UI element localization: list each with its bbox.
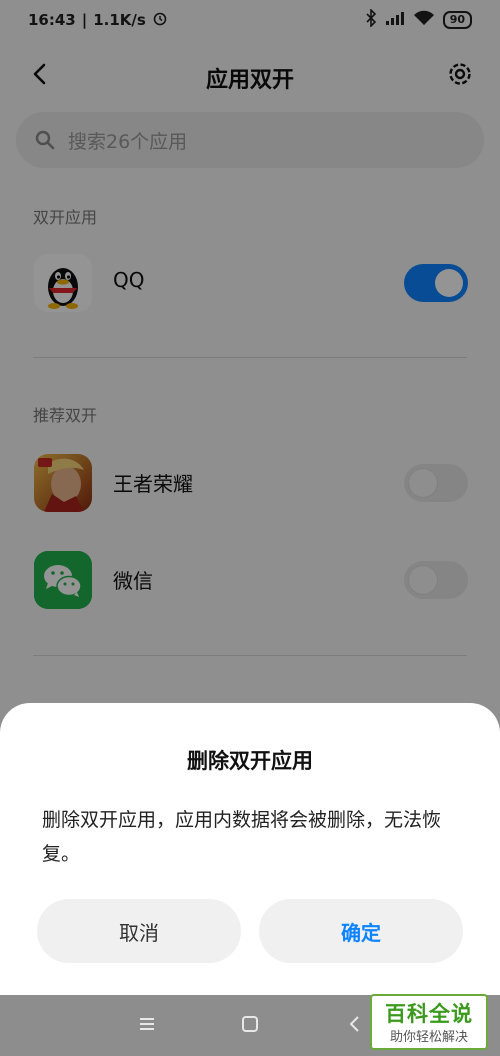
menu-nav-button[interactable] xyxy=(134,1013,160,1039)
delete-dual-app-dialog: 删除双开应用 删除双开应用，应用内数据将会被删除，无法恢复。 取消 确定 xyxy=(0,703,500,995)
confirm-button[interactable]: 确定 xyxy=(259,899,463,963)
dialog-title: 删除双开应用 xyxy=(187,749,313,773)
home-nav-button[interactable] xyxy=(237,1013,263,1039)
watermark-logo: 百科全说 助你轻松解决 xyxy=(370,994,488,1050)
dialog-message: 删除双开应用，应用内数据将会被删除，无法恢复。 xyxy=(42,809,442,865)
back-nav-icon xyxy=(348,1015,362,1037)
cancel-button[interactable]: 取消 xyxy=(37,899,241,963)
watermark-title: 百科全说 xyxy=(385,1002,473,1026)
watermark-subtitle: 助你轻松解决 xyxy=(389,1030,468,1045)
screen: 16:43 | 1.1K/s 90 应用双开 搜索26个应用 双开应用 QQ 推… xyxy=(0,0,500,1056)
back-nav-button[interactable] xyxy=(342,1013,368,1039)
home-icon xyxy=(241,1015,259,1037)
menu-icon xyxy=(138,1016,156,1036)
